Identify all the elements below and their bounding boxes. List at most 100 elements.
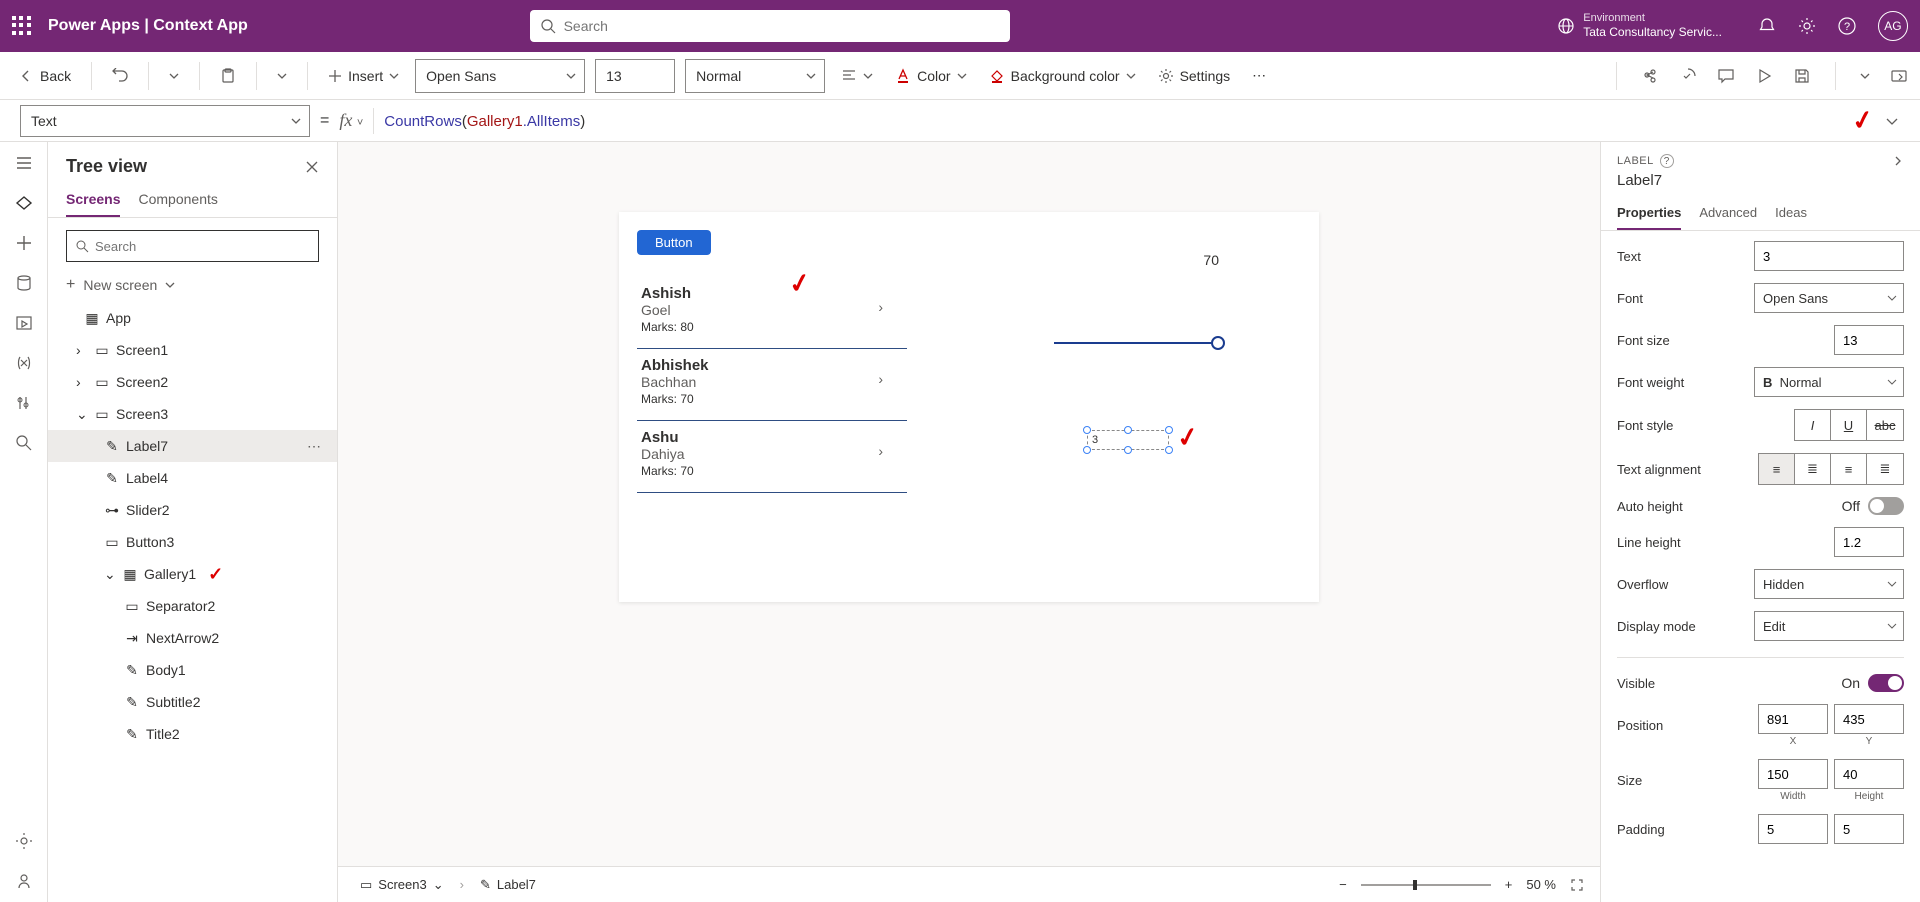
gear-icon[interactable] xyxy=(1798,17,1816,35)
tab-screveens[interactable]: Screens xyxy=(66,183,120,217)
chevron-right-icon[interactable]: › xyxy=(878,371,883,387)
expand-formula-icon[interactable] xyxy=(1884,113,1900,129)
prop-padtop-input[interactable] xyxy=(1758,814,1828,844)
gear-icon[interactable] xyxy=(15,832,33,850)
environment-picker[interactable]: Environment Tata Consultancy Servic... xyxy=(1557,12,1722,40)
prop-padbot-input[interactable] xyxy=(1834,814,1904,844)
slider-thumb[interactable] xyxy=(1211,336,1225,350)
strike-button[interactable]: abc xyxy=(1867,410,1903,440)
prop-fontsize-input[interactable] xyxy=(1834,325,1904,355)
gallery-item[interactable]: Ashu Dahiya Marks: 70 › xyxy=(637,421,907,493)
tree-search[interactable] xyxy=(66,230,319,262)
waffle-icon[interactable] xyxy=(12,16,32,36)
font-size-input[interactable]: 13 xyxy=(595,59,675,93)
prop-overflow-select[interactable]: Hidden xyxy=(1754,569,1904,599)
prop-displaymode-select[interactable]: Edit xyxy=(1754,611,1904,641)
align-button[interactable] xyxy=(835,64,879,88)
tools-icon[interactable] xyxy=(15,394,33,412)
chevron-down-icon[interactable] xyxy=(1860,71,1870,81)
insert-button[interactable]: Insert xyxy=(322,64,405,88)
prop-x-input[interactable] xyxy=(1758,704,1828,734)
tab-advanced[interactable]: Advanced xyxy=(1699,197,1757,230)
prop-height-input[interactable] xyxy=(1834,759,1904,789)
close-icon[interactable] xyxy=(305,160,319,174)
font-select[interactable]: Open Sans xyxy=(415,59,585,93)
tree-item-screen3[interactable]: ⌄▭Screen3 xyxy=(48,398,337,430)
bgcolor-button[interactable]: Background color xyxy=(983,64,1142,88)
gallery-item[interactable]: Abhishek Bachhan Marks: 70 › xyxy=(637,349,907,421)
chevron-right-icon[interactable]: › xyxy=(76,374,88,390)
paste-button[interactable] xyxy=(214,64,242,88)
autoheight-toggle[interactable] xyxy=(1868,497,1904,515)
help-icon[interactable]: ? xyxy=(1838,17,1856,35)
global-search[interactable] xyxy=(530,10,1010,42)
selected-label[interactable]: 3 xyxy=(1087,430,1169,450)
zoom-slider[interactable] xyxy=(1361,884,1491,886)
tree-item-title2[interactable]: ✎Title2 xyxy=(48,718,337,750)
chevron-right-icon[interactable]: › xyxy=(76,342,88,358)
play-icon[interactable] xyxy=(1755,67,1773,85)
tree-item-label7[interactable]: ✎Label7⋯ xyxy=(48,430,337,462)
breadcrumb-control[interactable]: ✎Label7 xyxy=(474,875,542,895)
align-justify-button[interactable]: ≣ xyxy=(1867,454,1903,484)
data-icon[interactable] xyxy=(15,274,33,292)
more-icon[interactable]: ⋯ xyxy=(307,438,321,455)
back-button[interactable]: Back xyxy=(12,64,77,88)
info-icon[interactable]: ? xyxy=(1660,154,1674,168)
prop-y-input[interactable] xyxy=(1834,704,1904,734)
prop-width-input[interactable] xyxy=(1758,759,1828,789)
canvas-gallery[interactable]: Ashish Goel Marks: 80 › Abhishek Bachhan… xyxy=(637,277,907,493)
chevron-right-icon[interactable]: › xyxy=(878,443,883,459)
tree-icon[interactable] xyxy=(15,194,33,212)
tree-item-slider2[interactable]: ⊶Slider2 xyxy=(48,494,337,526)
zoom-in[interactable]: + xyxy=(1505,877,1513,892)
fx-icon[interactable]: fx ˅ xyxy=(339,110,363,131)
tree-item-subtitle2[interactable]: ✎Subtitle2 xyxy=(48,686,337,718)
align-left-button[interactable]: ≡ xyxy=(1759,454,1795,484)
prop-font-select[interactable]: Open Sans xyxy=(1754,283,1904,313)
prop-text-input[interactable] xyxy=(1754,241,1904,271)
canvas-button[interactable]: Button xyxy=(637,230,711,255)
tree-item-gallery1[interactable]: ⌄▦Gallery1✓ xyxy=(48,558,337,590)
comment-icon[interactable] xyxy=(1717,67,1735,85)
tree-item-label4[interactable]: ✎Label4 xyxy=(48,462,337,494)
media-icon[interactable] xyxy=(15,314,33,332)
tree-item-app[interactable]: ▦App xyxy=(48,302,337,334)
italic-button[interactable]: I xyxy=(1795,410,1831,440)
breadcrumb-screen[interactable]: ▭Screen3⌄ xyxy=(354,875,450,895)
tree-item-separator2[interactable]: ▭Separator2 xyxy=(48,590,337,622)
search-input[interactable] xyxy=(564,18,1000,34)
property-select[interactable]: Text xyxy=(20,105,310,137)
undo-split[interactable] xyxy=(163,67,185,85)
align-right-button[interactable]: ≡ xyxy=(1831,454,1867,484)
tab-properties[interactable]: Properties xyxy=(1617,197,1681,230)
canvas-label-slider[interactable]: 70 xyxy=(1203,252,1219,268)
font-weight-select[interactable]: Normal xyxy=(685,59,825,93)
tree-item-button3[interactable]: ▭Button3 xyxy=(48,526,337,558)
tree-item-body1[interactable]: ✎Body1 xyxy=(48,654,337,686)
formula-input[interactable]: CountRows(Gallery1.AllItems) xyxy=(384,112,1842,130)
prop-lineheight-input[interactable] xyxy=(1834,527,1904,557)
tree-item-screen1[interactable]: ›▭Screen1 xyxy=(48,334,337,366)
zoom-out[interactable]: − xyxy=(1339,877,1347,892)
bell-icon[interactable] xyxy=(1758,17,1776,35)
variables-icon[interactable] xyxy=(15,354,33,372)
hamburger-icon[interactable] xyxy=(15,154,33,172)
avatar[interactable]: AG xyxy=(1878,11,1908,41)
chevron-right-icon[interactable]: › xyxy=(878,299,883,315)
chevron-down-icon[interactable]: ⌄ xyxy=(104,566,116,583)
underline-button[interactable]: U xyxy=(1831,410,1867,440)
tree-item-nextarrow2[interactable]: ⇥NextArrow2 xyxy=(48,622,337,654)
undo-button[interactable] xyxy=(106,64,134,88)
publish-icon[interactable] xyxy=(1890,67,1908,85)
tree-item-screen2[interactable]: ›▭Screen2 xyxy=(48,366,337,398)
color-button[interactable]: Color xyxy=(889,64,972,88)
paste-split[interactable] xyxy=(271,67,293,85)
canvas-screen[interactable]: Button ✓ Ashish Goel Marks: 80 › Abhishe… xyxy=(619,212,1319,602)
gallery-item[interactable]: Ashish Goel Marks: 80 › xyxy=(637,277,907,349)
search-icon[interactable] xyxy=(15,434,33,452)
add-icon[interactable] xyxy=(15,234,33,252)
ask-icon[interactable] xyxy=(15,872,33,890)
new-screen-button[interactable]: + New screen xyxy=(48,268,337,302)
chevron-down-icon[interactable]: ⌄ xyxy=(76,406,88,423)
